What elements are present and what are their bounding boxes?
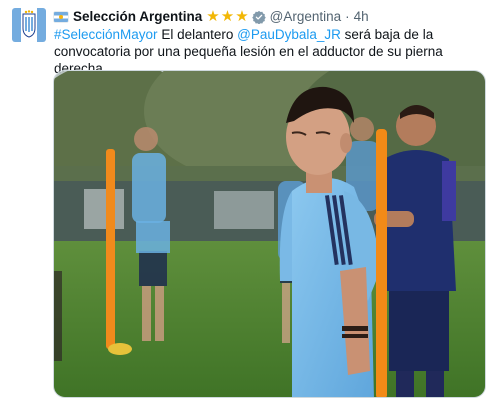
star-icon: ★: [235, 8, 249, 25]
afa-crest-icon: [12, 8, 46, 42]
timestamp[interactable]: 4h: [354, 8, 369, 26]
star-icon: ★: [206, 8, 220, 25]
avatar[interactable]: [12, 8, 46, 42]
stars-badge: ★ ★ ★: [206, 9, 249, 25]
display-name[interactable]: Selección Argentina: [73, 8, 202, 26]
user-handle[interactable]: @Argentina: [270, 8, 342, 26]
separator-dot: ·: [345, 9, 350, 24]
hashtag-link[interactable]: #SelecciónMayor: [54, 27, 158, 42]
tweet-photo[interactable]: [53, 70, 486, 398]
mention-link[interactable]: @PauDybala_JR: [237, 27, 341, 42]
star-icon: ★: [220, 8, 235, 25]
verified-badge-icon: [251, 10, 266, 24]
tweet: Selección Argentina ★ ★ ★ @Argentina · 4…: [0, 0, 498, 400]
training-photo-illustration: [54, 71, 485, 397]
tweet-header: Selección Argentina ★ ★ ★ @Argentina · 4…: [54, 8, 369, 26]
flag-icon: [54, 12, 68, 22]
tweet-text-part: El delantero: [157, 27, 238, 42]
